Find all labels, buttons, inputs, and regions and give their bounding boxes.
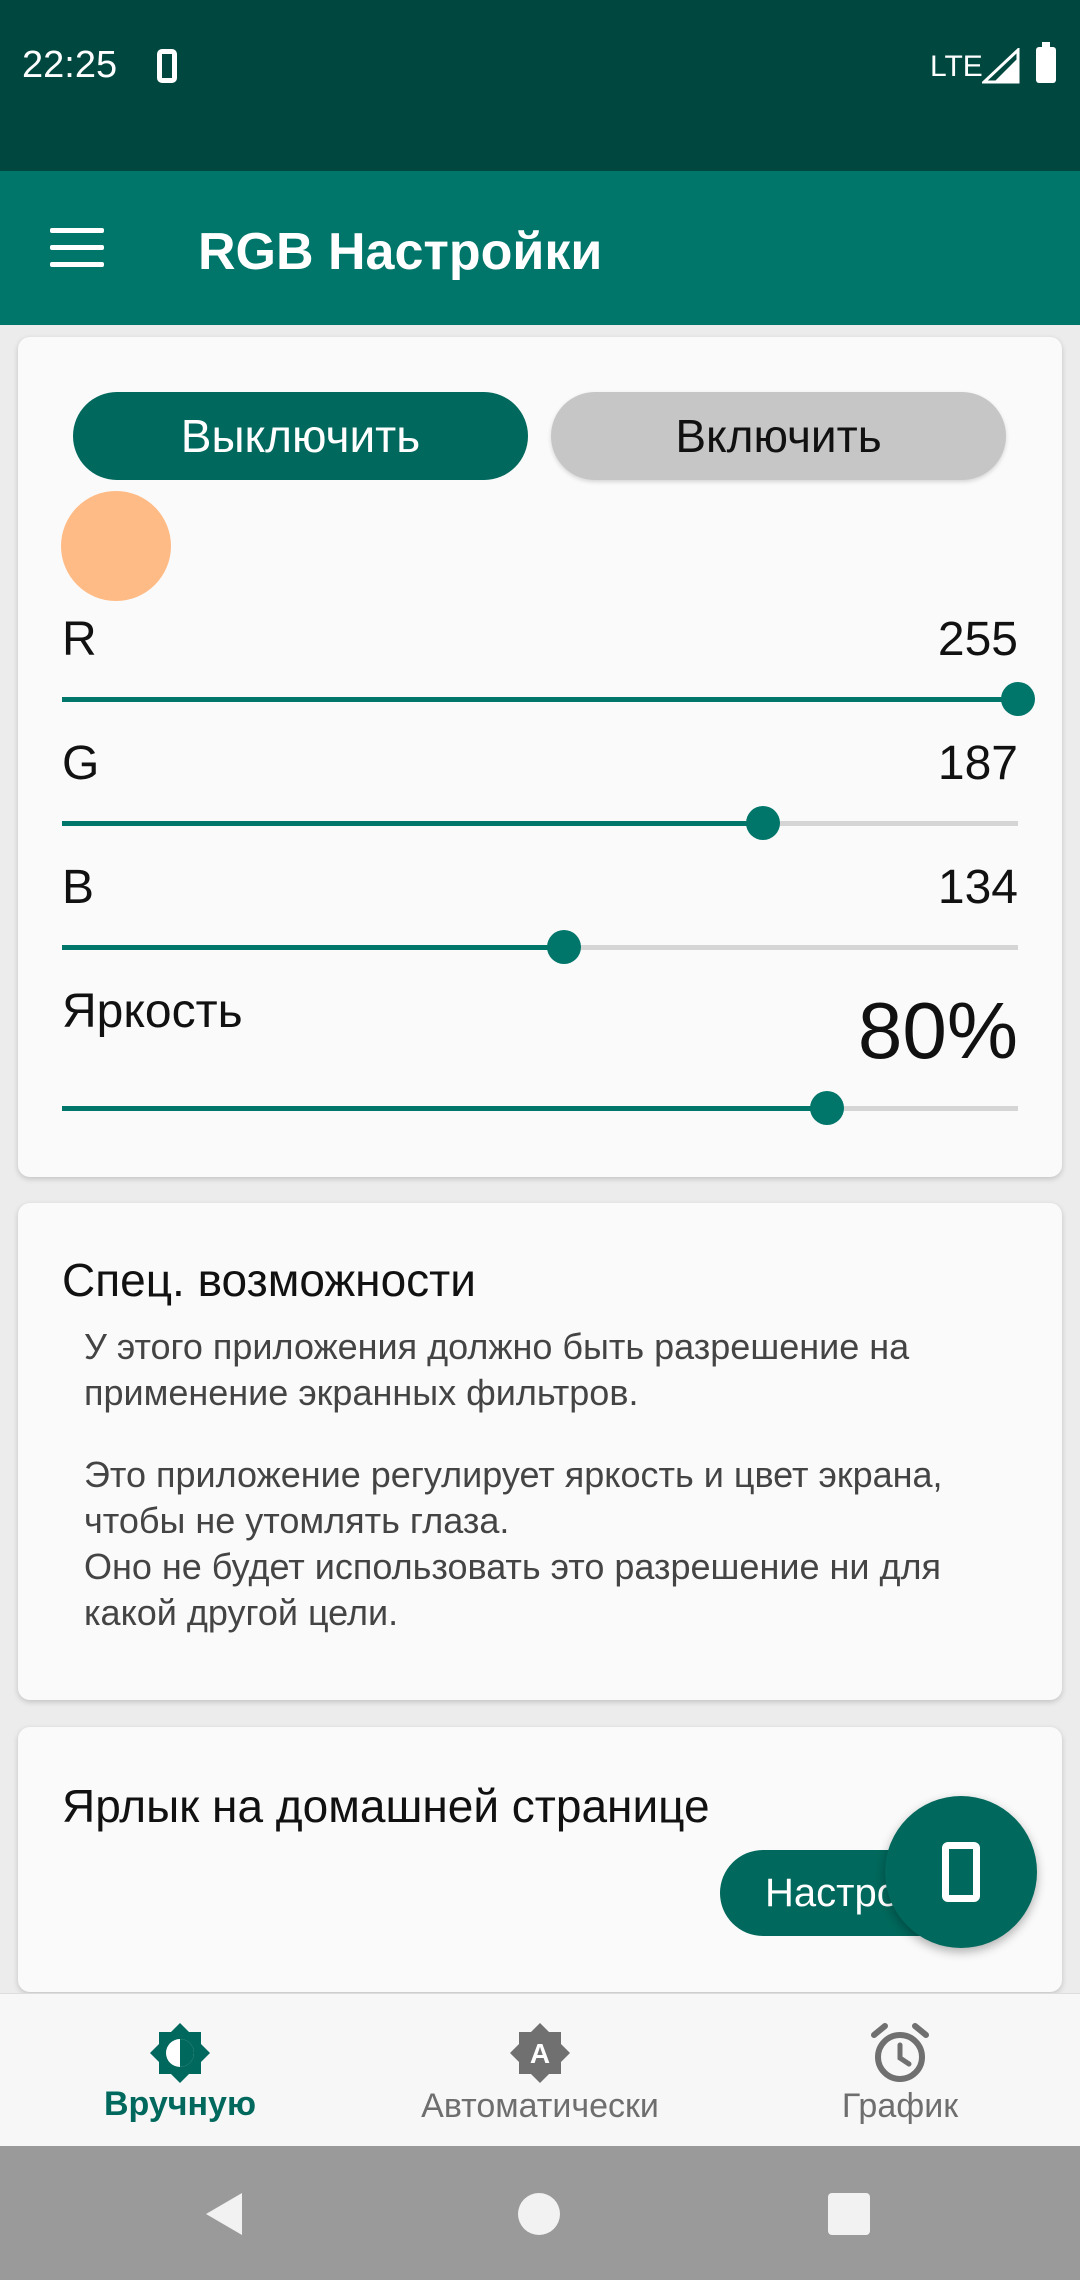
accessibility-paragraph-1: У этого приложения должно быть разрешени…	[84, 1326, 910, 1413]
slider-b-thumb[interactable]	[546, 930, 581, 964]
page-title: RGB Настройки	[198, 223, 603, 281]
brightness-slider-fill	[62, 1106, 827, 1111]
slider-g-label: G	[62, 737, 100, 790]
phone-icon	[157, 49, 177, 83]
slider-r-value: 255	[937, 613, 1018, 666]
accessibility-paragraph-2: Это приложение регулирует яркость и цвет…	[84, 1454, 943, 1541]
slider-r-thumb[interactable]	[1001, 682, 1035, 716]
status-time: 22:25	[22, 44, 118, 86]
slider-b-track[interactable]	[62, 945, 1018, 950]
svg-text:A: A	[530, 2038, 550, 2069]
alarm-clock-icon	[871, 2023, 929, 2082]
brightness-slider-track[interactable]	[62, 1106, 1018, 1111]
brightness-slider-thumb[interactable]	[809, 1091, 844, 1125]
brightness-auto-icon: A	[510, 2023, 570, 2083]
slider-g-thumb[interactable]	[745, 806, 780, 840]
phone-icon	[942, 1842, 980, 1902]
accessibility-title: Спец. возможности	[62, 1254, 476, 1306]
menu-icon[interactable]	[50, 228, 104, 268]
back-icon[interactable]	[202, 2191, 246, 2237]
nav-item-schedule-label: График	[841, 2087, 959, 2125]
signal-icon	[982, 48, 1020, 84]
slider-b-value: 134	[937, 861, 1018, 914]
brightness-manual-icon	[150, 2023, 210, 2083]
slider-g-value: 187	[937, 737, 1018, 790]
nav-item-schedule[interactable]: График	[720, 2007, 1080, 2137]
brightness-label: Яркость	[62, 985, 243, 1038]
slider-r-track[interactable]	[62, 697, 1018, 702]
turn-on-button[interactable]: Включить	[551, 392, 1006, 480]
nav-item-manual-label: Вручную	[103, 2085, 256, 2123]
brightness-value: 80%	[857, 986, 1018, 1075]
home-icon[interactable]	[518, 2193, 560, 2235]
recents-icon[interactable]	[828, 2193, 870, 2235]
add-shortcut-fab[interactable]	[885, 1796, 1037, 1948]
slider-b-fill	[62, 945, 564, 950]
slider-b-label: B	[62, 861, 95, 914]
nav-item-auto[interactable]: A Автоматически	[360, 2007, 720, 2137]
slider-r-fill	[62, 697, 1018, 702]
status-bar	[0, 0, 1080, 171]
slider-r-label: R	[62, 613, 97, 666]
nav-item-manual[interactable]: Вручную	[0, 2007, 360, 2137]
slider-g-track[interactable]	[62, 821, 1018, 826]
turn-off-button[interactable]: Выключить	[73, 392, 528, 480]
nav-item-auto-label: Автоматически	[421, 2087, 659, 2125]
home-shortcut-title: Ярлык на домашней странице	[62, 1780, 710, 1832]
accessibility-paragraph-3: Оно не будет использовать это разрешение…	[84, 1546, 941, 1633]
network-type: LTE	[930, 50, 983, 83]
battery-icon	[1036, 42, 1056, 83]
color-preview	[61, 491, 171, 601]
slider-g-fill	[62, 821, 763, 826]
